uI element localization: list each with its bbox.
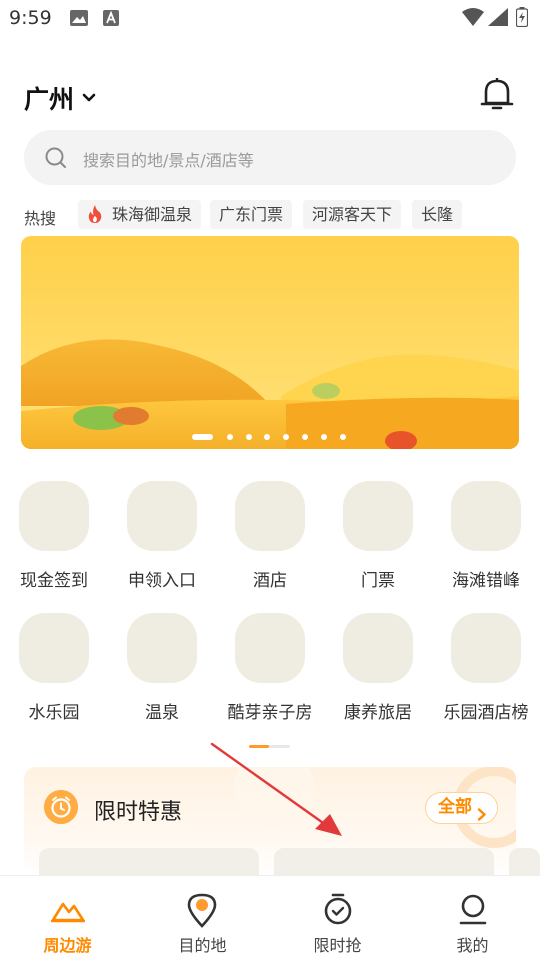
signal-icon [488, 8, 508, 30]
category-label[interactable]: 温泉 [107, 698, 217, 723]
hot-tag[interactable]: 河源客天下 [303, 200, 402, 229]
image-notification-icon [70, 10, 88, 30]
carousel-dot[interactable] [340, 434, 346, 440]
category-icon-family-room[interactable] [235, 613, 305, 683]
deal-product-card[interactable] [274, 848, 494, 878]
category-icon-wellness[interactable] [343, 613, 413, 683]
person-icon [458, 894, 488, 930]
category-icon-cash-checkin[interactable] [19, 481, 89, 551]
search-icon [44, 146, 68, 174]
carousel-dot[interactable] [227, 434, 233, 440]
status-time: 9:59 [9, 7, 52, 29]
banner-landscape-illustration [21, 236, 519, 449]
search-bar[interactable]: 搜索目的地/景点/酒店等 [24, 130, 516, 185]
category-label[interactable]: 门票 [323, 566, 433, 591]
carousel-dot[interactable] [264, 434, 270, 440]
category-label[interactable]: 水乐园 [0, 698, 109, 723]
category-icon-water-park[interactable] [19, 613, 89, 683]
category-icon-resort-ranking[interactable] [451, 613, 521, 683]
nav-tab-mine[interactable]: 我的 [405, 876, 540, 961]
carousel-dot[interactable] [283, 434, 289, 440]
carousel-dot[interactable] [302, 434, 308, 440]
wifi-icon [462, 8, 484, 30]
fire-icon [87, 204, 103, 233]
stopwatch-icon [323, 893, 353, 929]
hot-tag[interactable]: 长隆 [412, 200, 463, 229]
nav-label: 限时抢 [313, 936, 362, 955]
category-icon-claim-entry[interactable] [127, 481, 197, 551]
category-icon-beach[interactable] [451, 481, 521, 551]
promo-banner[interactable] [21, 236, 519, 449]
category-icon-hot-spring[interactable] [127, 613, 197, 683]
location-pin-icon [186, 892, 218, 932]
deal-product-card[interactable] [39, 848, 259, 878]
view-all-label: 全部 [438, 797, 472, 817]
hot-tag[interactable]: 珠海御温泉 [78, 200, 202, 229]
category-label[interactable]: 申领入口 [107, 566, 217, 591]
category-label[interactable]: 酷芽亲子房 [215, 698, 325, 723]
deal-product-card[interactable] [509, 848, 540, 878]
city-selector[interactable]: 广州 [24, 80, 74, 116]
nav-label: 我的 [456, 936, 489, 955]
nav-tab-nearby[interactable]: 周边游 [0, 876, 135, 961]
hot-tag-label: 广东门票 [219, 205, 284, 224]
category-icon-hotel[interactable] [235, 481, 305, 551]
search-placeholder: 搜索目的地/景点/酒店等 [83, 151, 254, 170]
bell-icon[interactable] [480, 77, 514, 117]
chevron-down-icon[interactable] [82, 88, 96, 107]
carousel-dot-active[interactable] [192, 434, 213, 440]
nav-tab-flash-sale[interactable]: 限时抢 [270, 876, 405, 961]
category-pager-thumb [249, 745, 269, 748]
nav-tab-destination[interactable]: 目的地 [135, 876, 270, 961]
category-icon-tickets[interactable] [343, 481, 413, 551]
status-bar: 9:59 [0, 0, 540, 36]
category-label[interactable]: 乐园酒店榜 [431, 698, 540, 723]
battery-icon [515, 7, 529, 31]
category-label[interactable]: 康养旅居 [323, 698, 433, 723]
view-all-button[interactable]: 全部 [425, 792, 498, 824]
carousel-dot[interactable] [246, 434, 252, 440]
flash-deals-title: 限时特惠 [94, 800, 183, 825]
hot-tag[interactable]: 广东门票 [210, 200, 293, 229]
mountain-icon [50, 896, 86, 928]
carousel-dot[interactable] [321, 434, 327, 440]
nav-label: 周边游 [43, 936, 92, 955]
hot-tag-label: 河源客天下 [312, 205, 393, 224]
category-label[interactable]: 现金签到 [0, 566, 109, 591]
category-label[interactable]: 酒店 [215, 566, 325, 591]
chevron-right-icon [477, 802, 487, 831]
hot-tag-label: 长隆 [421, 205, 454, 224]
category-label[interactable]: 海滩错峰 [431, 566, 540, 591]
hot-tag-label: 珠海御温泉 [112, 205, 193, 224]
nav-label: 目的地 [178, 936, 227, 955]
bottom-navigation: 周边游 目的地 限时抢 我的 [0, 875, 540, 960]
alarm-clock-icon [44, 790, 78, 824]
hot-search-label: 热搜 [24, 209, 57, 228]
font-notification-icon [103, 10, 119, 30]
